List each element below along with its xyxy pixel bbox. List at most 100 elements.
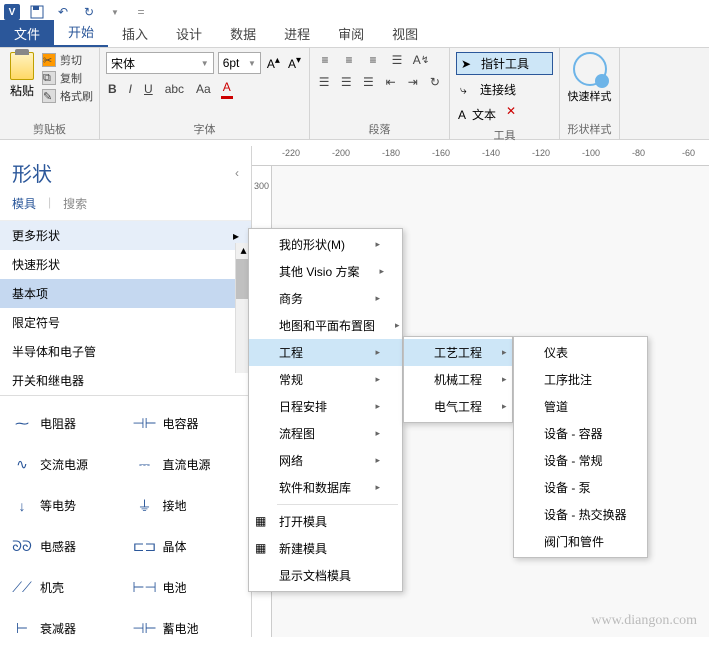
tab-file[interactable]: 文件 (0, 20, 54, 47)
chevron-right-icon: ▸ (502, 347, 507, 358)
menu-item[interactable]: 工艺工程▸ (404, 339, 512, 366)
chevron-right-icon: ▸ (375, 401, 380, 412)
align-left-button[interactable]: ☰ (316, 74, 332, 90)
menu-item[interactable]: 工序批注 (514, 366, 647, 393)
case-button[interactable]: Aa (194, 80, 213, 98)
shape-item[interactable]: ⁓电阻器 (4, 404, 125, 443)
tab-home[interactable]: 开始 (54, 18, 108, 47)
font-color-button[interactable]: A (221, 78, 233, 99)
stencil-item[interactable]: 开关和继电器 (0, 366, 251, 395)
tab-data[interactable]: 数据 (216, 20, 270, 47)
shape-icon: ⟋⟋ (10, 578, 34, 598)
menu-item[interactable]: 流程图▸ (249, 420, 402, 447)
menu-item[interactable]: 工程▸ (249, 339, 402, 366)
stencil-item[interactable]: 限定符号 (0, 308, 251, 337)
group-clipboard: 粘贴 ✂剪切 ⧉复制 ✎格式刷 剪贴板 (0, 48, 100, 139)
align-center-button[interactable]: ☰ (338, 74, 354, 90)
menu-item[interactable]: 设备 - 容器 (514, 420, 647, 447)
align-top-button[interactable]: ≡ (316, 52, 334, 68)
more-shapes-item[interactable]: 更多形状 ▸ (0, 221, 251, 250)
collapse-panel-button[interactable]: ‹ (235, 166, 239, 180)
tab-process[interactable]: 进程 (270, 20, 324, 47)
shape-item[interactable]: ⊢⊣电池 (127, 568, 248, 607)
save-button[interactable] (28, 3, 46, 21)
strike-button[interactable]: abc (163, 80, 186, 98)
stencil-item[interactable]: 半导体和电子管 (0, 337, 251, 366)
align-right-button[interactable]: ☰ (360, 74, 376, 90)
shape-item[interactable]: ∿交流电源 (4, 445, 125, 484)
indent-button[interactable]: ⇥ (405, 74, 421, 90)
align-bot-button[interactable]: ≡ (364, 52, 382, 68)
menu-item[interactable]: 管道 (514, 393, 647, 420)
menu-item[interactable]: 其他 Visio 方案▸ (249, 258, 402, 285)
connector-tool[interactable]: ⤷连接线 (456, 79, 553, 100)
menu-item[interactable]: 日程安排▸ (249, 393, 402, 420)
shape-item[interactable]: ᘐᘐ电感器 (4, 527, 125, 566)
shrink-font-button[interactable]: A▾ (286, 53, 303, 73)
tab-review[interactable]: 审阅 (324, 20, 378, 47)
rotate-text-button[interactable]: ↻ (427, 74, 443, 90)
shape-item[interactable]: ↓等电势 (4, 486, 125, 525)
shapes-panel: 形状 ‹ 模具 | 搜索 更多形状 ▸ 快速形状基本项限定符号半导体和电子管开关… (0, 146, 252, 637)
shape-item[interactable]: ⊣⊢电容器 (127, 404, 248, 443)
align-mid-button[interactable]: ≡ (340, 52, 358, 68)
shape-item[interactable]: ⟋⟋机壳 (4, 568, 125, 607)
menu-item[interactable]: 机械工程▸ (404, 366, 512, 393)
shape-item[interactable]: ⊏⊐晶体 (127, 527, 248, 566)
font-name-select[interactable]: 宋体▼ (106, 52, 214, 74)
clear-format-button[interactable]: A↯ (412, 52, 430, 68)
menu-item[interactable]: 常规▸ (249, 366, 402, 393)
menu-item[interactable]: 我的形状(M)▸ (249, 231, 402, 258)
menu-item[interactable]: 显示文档模具 (249, 562, 402, 589)
chevron-right-icon: ▸ (379, 266, 384, 277)
menu-item[interactable]: 电气工程▸ (404, 393, 512, 420)
menu-item[interactable]: ▦打开模具 (249, 508, 402, 535)
pointer-tool[interactable]: ➤指针工具 (456, 52, 553, 75)
text-tool[interactable]: A文本 (456, 104, 498, 125)
menu-item[interactable]: 仪表 (514, 339, 647, 366)
paste-button[interactable]: 粘贴 (6, 52, 38, 119)
quick-style-label: 快速样式 (568, 88, 612, 104)
stencil-item[interactable]: 基本项 (0, 279, 251, 308)
chevron-right-icon: ▸ (395, 320, 400, 331)
chevron-right-icon: ▸ (375, 482, 380, 493)
menu-item[interactable]: 设备 - 常规 (514, 447, 647, 474)
stencil-item[interactable]: 快速形状 (0, 250, 251, 279)
tab-insert[interactable]: 插入 (108, 20, 162, 47)
underline-button[interactable]: U (142, 80, 155, 98)
shape-item[interactable]: ⊢衰减器 (4, 609, 125, 648)
group-styles: 快速样式 形状样式 (560, 48, 620, 139)
quick-style-icon[interactable] (573, 52, 607, 86)
copy-button[interactable]: ⧉复制 (42, 70, 93, 86)
menu-item[interactable]: 网络▸ (249, 447, 402, 474)
menu-item[interactable]: 软件和数据库▸ (249, 474, 402, 501)
bullets-button[interactable]: ☰ (388, 52, 406, 68)
tab-stencil[interactable]: 模具 (12, 195, 36, 212)
grow-font-button[interactable]: A▴ (265, 53, 282, 73)
menu-item[interactable]: 阀门和管件 (514, 528, 647, 555)
chevron-right-icon: ▸ (233, 229, 239, 243)
shape-item[interactable]: ⎓直流电源 (127, 445, 248, 484)
shape-item[interactable]: ⏚接地 (127, 486, 248, 525)
shape-item[interactable]: ⊣⊢蓄电池 (127, 609, 248, 648)
menu-item[interactable]: ▦新建模具 (249, 535, 402, 562)
format-painter-button[interactable]: ✎格式刷 (42, 88, 93, 104)
watermark: www.diangon.com (591, 613, 697, 629)
qat-dropdown[interactable]: ▼ (106, 3, 124, 21)
italic-button[interactable]: I (127, 80, 134, 98)
tab-view[interactable]: 视图 (378, 20, 432, 47)
outdent-button[interactable]: ⇤ (383, 74, 399, 90)
clipboard-label: 剪贴板 (6, 121, 93, 137)
group-tools: ➤指针工具 ⤷连接线 A文本 ✕ 工具 (450, 48, 560, 139)
tab-search[interactable]: 搜索 (63, 195, 87, 212)
menu-item[interactable]: 设备 - 泵 (514, 474, 647, 501)
cancel-tool[interactable]: ✕ (506, 104, 516, 125)
bold-button[interactable]: B (106, 80, 119, 98)
menu-item[interactable]: 商务▸ (249, 285, 402, 312)
font-size-select[interactable]: 6pt▼ (218, 52, 261, 74)
menu-item[interactable]: 设备 - 热交换器 (514, 501, 647, 528)
shape-icon: ⊏⊐ (133, 537, 157, 557)
tab-design[interactable]: 设计 (162, 20, 216, 47)
menu-item[interactable]: 地图和平面布置图▸ (249, 312, 402, 339)
cut-button[interactable]: ✂剪切 (42, 52, 93, 68)
